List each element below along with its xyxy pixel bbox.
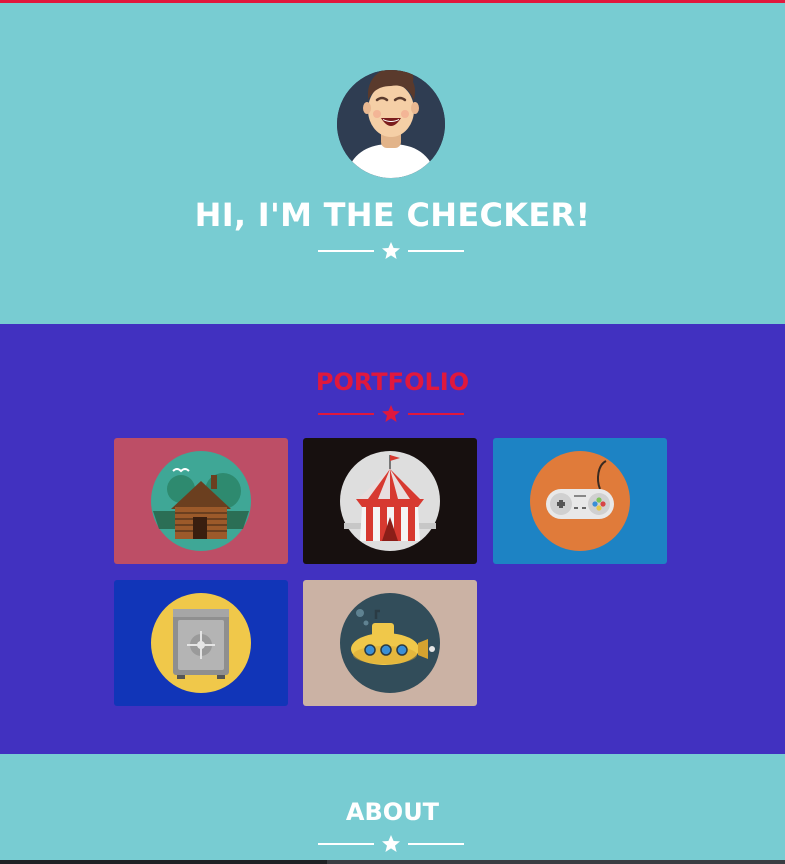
submarine-icon — [340, 593, 440, 693]
divider-line-left — [318, 843, 374, 845]
star-icon — [382, 242, 400, 259]
next-section-edge-left — [0, 860, 327, 864]
portfolio-item-controller[interactable] — [493, 438, 667, 564]
divider-line-right — [408, 843, 464, 845]
portfolio-section: PORTFOLIO — [0, 324, 785, 754]
divider-line-left — [318, 413, 374, 415]
hero-divider — [0, 241, 785, 261]
game-controller-icon — [530, 451, 630, 551]
star-icon — [382, 835, 400, 852]
divider-line-right — [408, 413, 464, 415]
divider-line-right — [408, 250, 464, 252]
safe-icon — [151, 593, 251, 693]
next-section-edge-right — [327, 860, 785, 864]
log-cabin-icon — [151, 451, 251, 551]
portfolio-divider — [0, 404, 785, 424]
portfolio-title: PORTFOLIO — [315, 368, 470, 396]
about-section: ABOUT — [0, 754, 785, 864]
portfolio-item-circus[interactable] — [303, 438, 477, 564]
portfolio-item-cabin[interactable] — [114, 438, 288, 564]
portfolio-item-safe[interactable] — [114, 580, 288, 706]
about-title: ABOUT — [345, 798, 440, 826]
avatar — [337, 70, 445, 178]
hero-section: HI, I'M THE CHECKER! — [0, 3, 785, 324]
divider-line-left — [318, 250, 374, 252]
star-icon — [382, 405, 400, 422]
circus-tent-icon — [340, 451, 440, 551]
page-title: HI, I'M THE CHECKER! — [194, 196, 591, 234]
portfolio-item-submarine[interactable] — [303, 580, 477, 706]
about-divider — [0, 834, 785, 854]
laughing-man-avatar-icon — [337, 70, 445, 178]
